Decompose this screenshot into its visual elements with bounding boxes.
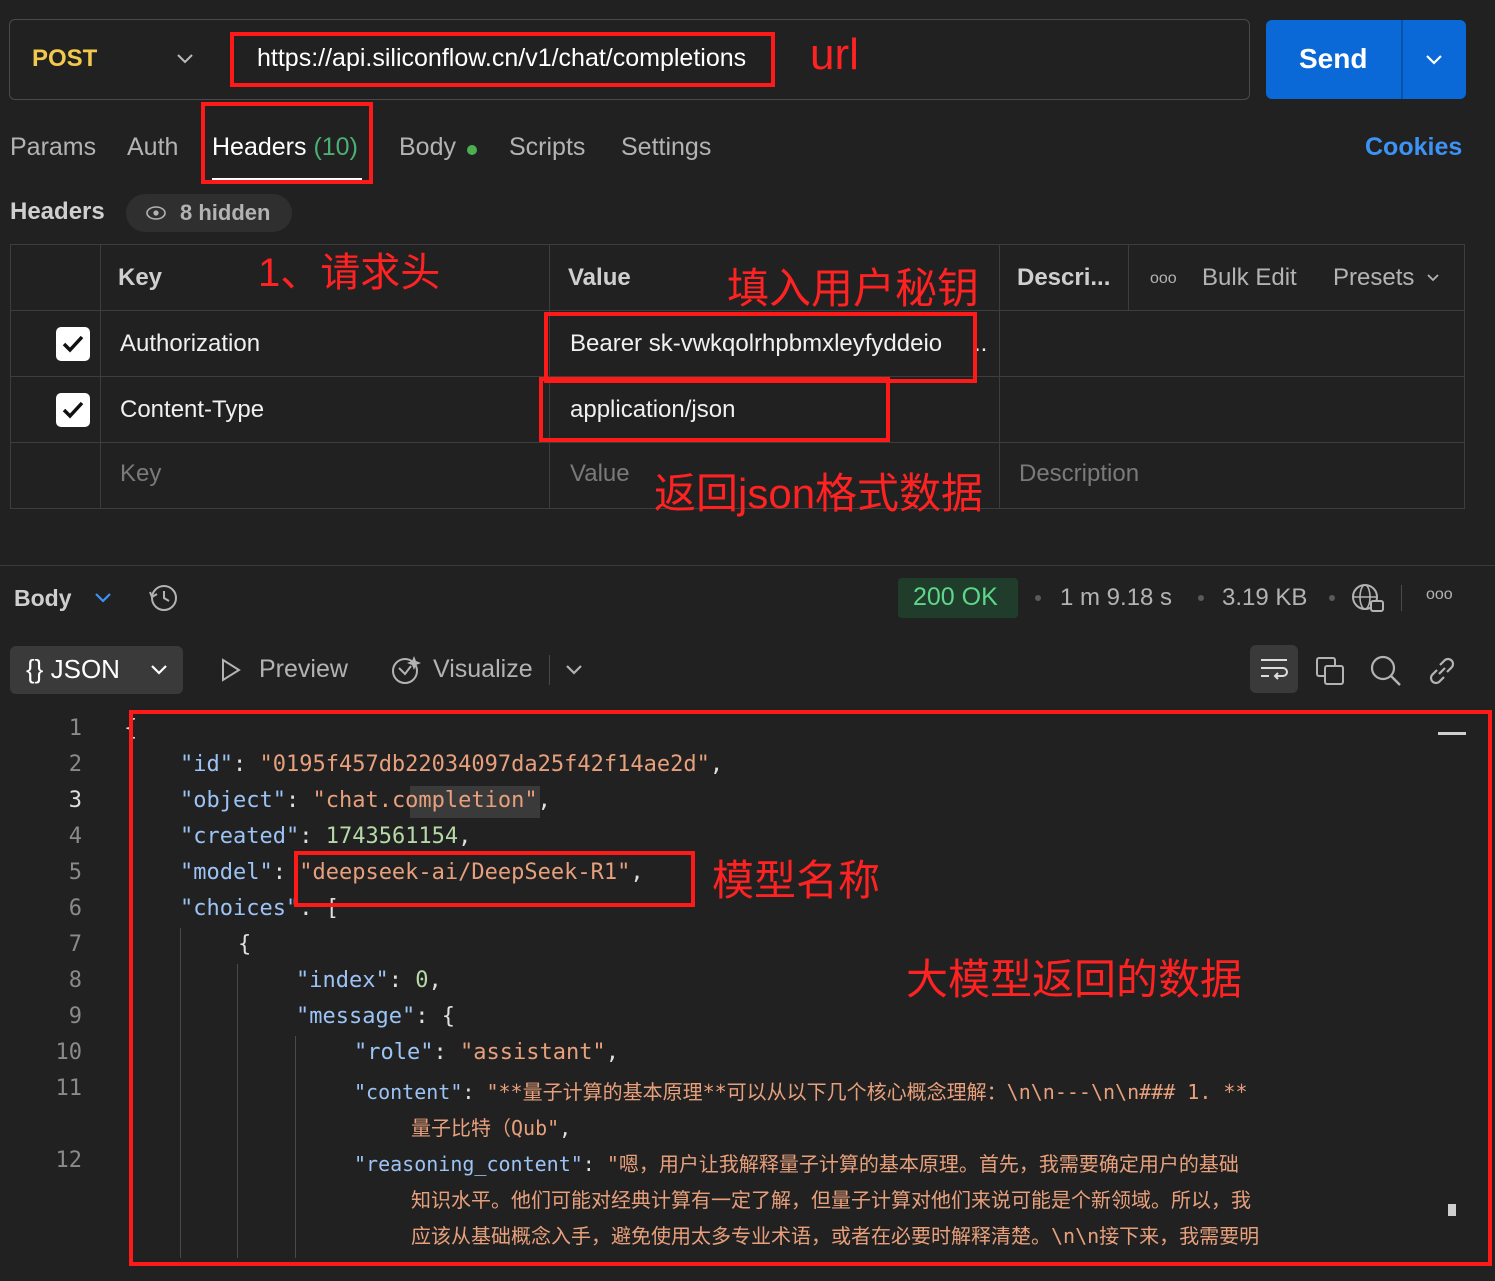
new-value-input[interactable]: Value: [570, 460, 630, 488]
chevron-down-icon[interactable]: [176, 50, 194, 68]
visualize-button[interactable]: Visualize: [433, 655, 533, 684]
body-status-dot: [467, 145, 477, 155]
annotation-model-data: 大模型返回的数据: [906, 956, 1243, 1003]
annotation-box-content-type: [539, 377, 890, 442]
header-key-content-type[interactable]: Content-Type: [120, 396, 264, 424]
chevron-down-icon[interactable]: [94, 591, 112, 605]
table-border: [1128, 244, 1129, 310]
tab-body[interactable]: Body: [399, 133, 456, 162]
table-border: [10, 442, 1465, 443]
new-key-input[interactable]: Key: [120, 460, 161, 488]
annotation-box-url: [230, 32, 775, 87]
annotation-json-format: 返回json格式数据: [654, 470, 984, 517]
annotation-url: url: [810, 30, 859, 79]
toolbar-divider: [1401, 585, 1402, 611]
check-icon: [62, 335, 84, 353]
annotation-box-headers-tab: [201, 102, 373, 184]
wrap-lines-icon: [1261, 659, 1288, 680]
line-number: 9: [68, 1004, 82, 1029]
play-icon: [222, 658, 241, 682]
status-text: 200 OK: [913, 583, 998, 611]
history-icon[interactable]: [148, 582, 180, 614]
annotation-secret: 填入用户秘钥: [727, 265, 980, 312]
table-border: [10, 244, 1465, 245]
headers-title: Headers: [10, 198, 105, 225]
table-border: [100, 244, 101, 509]
column-key: Key: [118, 264, 163, 291]
braces-icon: {}: [26, 654, 44, 684]
meta-separator: [1198, 595, 1204, 601]
line-number: 10: [55, 1040, 83, 1065]
method-select[interactable]: POST: [32, 45, 97, 73]
check-icon: [62, 401, 84, 419]
line-number: 12: [55, 1148, 83, 1173]
pane-divider[interactable]: [0, 565, 1495, 566]
line-number: 8: [68, 968, 82, 993]
annotation-box-response-data: [129, 710, 1492, 1266]
send-label[interactable]: Send: [1299, 43, 1367, 75]
table-border: [10, 244, 11, 509]
chevron-down-icon[interactable]: [565, 663, 583, 677]
response-body-label[interactable]: Body: [14, 585, 72, 612]
line-number: 2: [68, 752, 82, 777]
preview-button[interactable]: Preview: [259, 655, 348, 684]
line-number: 1: [68, 716, 82, 741]
header-checkbox-authorization[interactable]: [56, 327, 90, 361]
line-number: 3: [68, 788, 82, 813]
bulk-edit-button[interactable]: Bulk Edit: [1202, 264, 1297, 292]
tab-auth[interactable]: Auth: [127, 133, 178, 162]
annotation-box-authorization: [544, 312, 977, 383]
tab-params[interactable]: Params: [10, 133, 96, 162]
chevron-down-icon[interactable]: [1426, 272, 1440, 284]
cookies-link[interactable]: Cookies: [1365, 133, 1462, 162]
hidden-count[interactable]: 8 hidden: [180, 200, 270, 226]
meta-separator: [1035, 595, 1041, 601]
eye-icon: [146, 206, 166, 220]
globe-lock-icon[interactable]: [1351, 582, 1385, 614]
line-number: 6: [68, 896, 82, 921]
line-number: 7: [68, 932, 82, 957]
tab-scripts[interactable]: Scripts: [509, 133, 585, 162]
toolbar-divider: [549, 655, 550, 685]
chevron-down-icon: [151, 665, 167, 675]
meta-separator: [1329, 595, 1335, 601]
copy-icon[interactable]: [1314, 655, 1346, 687]
presets-button[interactable]: Presets: [1333, 264, 1414, 292]
annotation-model-name: 模型名称: [712, 857, 881, 904]
annotation-headers: 1、请求头: [258, 251, 441, 295]
response-time[interactable]: 1 m 9.18 s: [1060, 584, 1172, 612]
header-key-authorization[interactable]: Authorization: [120, 330, 260, 358]
search-icon[interactable]: [1369, 654, 1403, 688]
response-size[interactable]: 3.19 KB: [1222, 584, 1307, 612]
column-value: Value: [568, 264, 631, 291]
more-options-icon[interactable]: ooo: [1150, 270, 1177, 288]
send-divider: [1401, 20, 1403, 99]
tab-settings[interactable]: Settings: [621, 133, 711, 162]
annotation-box-model: [294, 851, 695, 907]
new-description-input[interactable]: Description: [1019, 460, 1139, 488]
line-number: 4: [68, 824, 82, 849]
link-icon[interactable]: [1425, 654, 1459, 688]
line-number: 11: [55, 1076, 83, 1101]
visualize-icon: [392, 656, 421, 684]
column-description: Descri...: [1017, 264, 1111, 291]
header-checkbox-content-type[interactable]: [56, 393, 90, 427]
table-border: [1464, 244, 1465, 509]
line-number: 5: [68, 860, 82, 885]
table-border: [999, 244, 1000, 509]
more-options-icon[interactable]: ooo: [1426, 586, 1453, 604]
format-label: {} JSON: [26, 654, 120, 684]
chevron-down-icon[interactable]: [1424, 51, 1444, 69]
